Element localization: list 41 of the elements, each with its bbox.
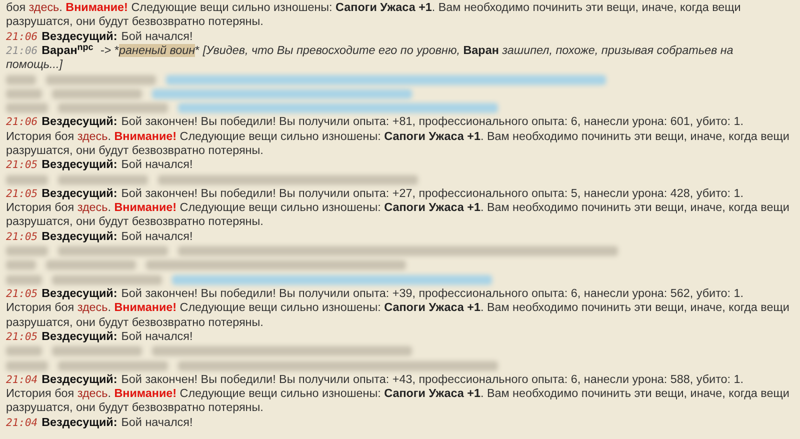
timestamp: 21:06 (6, 30, 38, 43)
timestamp: 21:06 (6, 116, 38, 128)
message-text: Бой начался! (121, 30, 193, 43)
link[interactable]: здесь (77, 130, 108, 143)
timestamp: 21:05 (6, 188, 38, 200)
timestamp: 21:04 (6, 416, 38, 429)
link[interactable]: здесь (77, 387, 108, 400)
message-text: Бой начался! (121, 230, 193, 243)
message-text: Бой начался! (121, 416, 193, 429)
timestamp: 21:05 (6, 159, 38, 172)
author-name[interactable]: Вездесущий: (42, 158, 118, 172)
author-name[interactable]: Вездесущий: (42, 230, 118, 243)
author-name[interactable]: Вездесущий: (42, 186, 118, 200)
author-name[interactable]: Варан$^{npc}$ (42, 44, 94, 57)
message-text: Бой закончен! Вы победили! Вы получили опыта: +27, профессионального опыта: 5, нанесли урона: 428, убито: 1. (121, 186, 744, 200)
timestamp: 21:04 (6, 374, 38, 386)
message-text: История боя здесь. Внимание! Следующие вещи сильно изношены: Сапоги Ужаса +1. Вам необходимо починить эти вещи, иначе, когда вещи разрушатся, они будут безвозвратно потеряны. (6, 301, 790, 330)
timestamp: 21:06 (6, 44, 38, 57)
author-name[interactable]: Вездесущий: (42, 372, 118, 386)
author-name[interactable]: Вездесущий: (42, 330, 118, 343)
author-name[interactable]: Вездесущий: (42, 416, 118, 429)
timestamp: 21:05 (6, 230, 38, 243)
timestamp: 21:05 (6, 330, 38, 343)
message-text: Бой начался! (121, 158, 193, 172)
message-text: -> *раненый воин* [Увидев, что Вы превосходите его по уровню, Варан зашипел, похоже, призывая собратьев на (100, 44, 734, 57)
link[interactable]: здесь (28, 1, 60, 14)
author-name[interactable]: Вездесущий: (42, 30, 118, 43)
message-text: История боя здесь. Внимание! Следующие вещи сильно изношены: Сапоги Ужаса +1. Вам необходимо починить эти вещи, иначе, когда вещи разрушатся, они будут безвозвратно потеряны. (6, 387, 790, 416)
message-text: История боя здесь. Внимание! Следующие вещи сильно изношены: Сапоги Ужаса +1. Вам необходимо починить эти вещи, иначе, когда вещи разрушатся, они будут безвозвратно потеряны. (6, 201, 790, 230)
message-text: Бой закончен! Вы победили! Вы получили опыта: +43, профессионального опыта: 6, нанесли урона: 588, убито: 1. (121, 372, 744, 386)
message-text: Бой закончен! Вы победили! Вы получили опыта: +39, профессионального опыта: 6, нанесли урона: 562, убито: 1. (121, 286, 744, 300)
message-text: Бой начался! (121, 330, 193, 343)
message-text: помощь...] (6, 58, 64, 72)
author-name[interactable]: Вездесущий: (42, 286, 118, 300)
link[interactable]: здесь (77, 201, 108, 214)
message-text: Бой закончен! Вы победили! Вы получили опыта: +81, профессионального опыта: 6, нанесли урона: 601, убито: 1. (121, 115, 744, 128)
author-name[interactable]: Вездесущий: (42, 115, 118, 128)
message-text: История боя здесь. Внимание! Следующие вещи сильно изношены: Сапоги Ужаса +1. Вам необходимо починить эти вещи, иначе, когда вещи разрушатся, они будут безвозвратно потеряны. (6, 130, 790, 158)
timestamp: 21:05 (6, 288, 38, 300)
message-text: боя здесь. Внимание! Следующие вещи сильно изношены: Сапоги Ужаса +1. Вам необходимо починить эти вещи, иначе, когда вещи разрушатся, они будут безвозвратно потеряны. (6, 1, 742, 30)
link[interactable]: здесь (77, 301, 108, 314)
